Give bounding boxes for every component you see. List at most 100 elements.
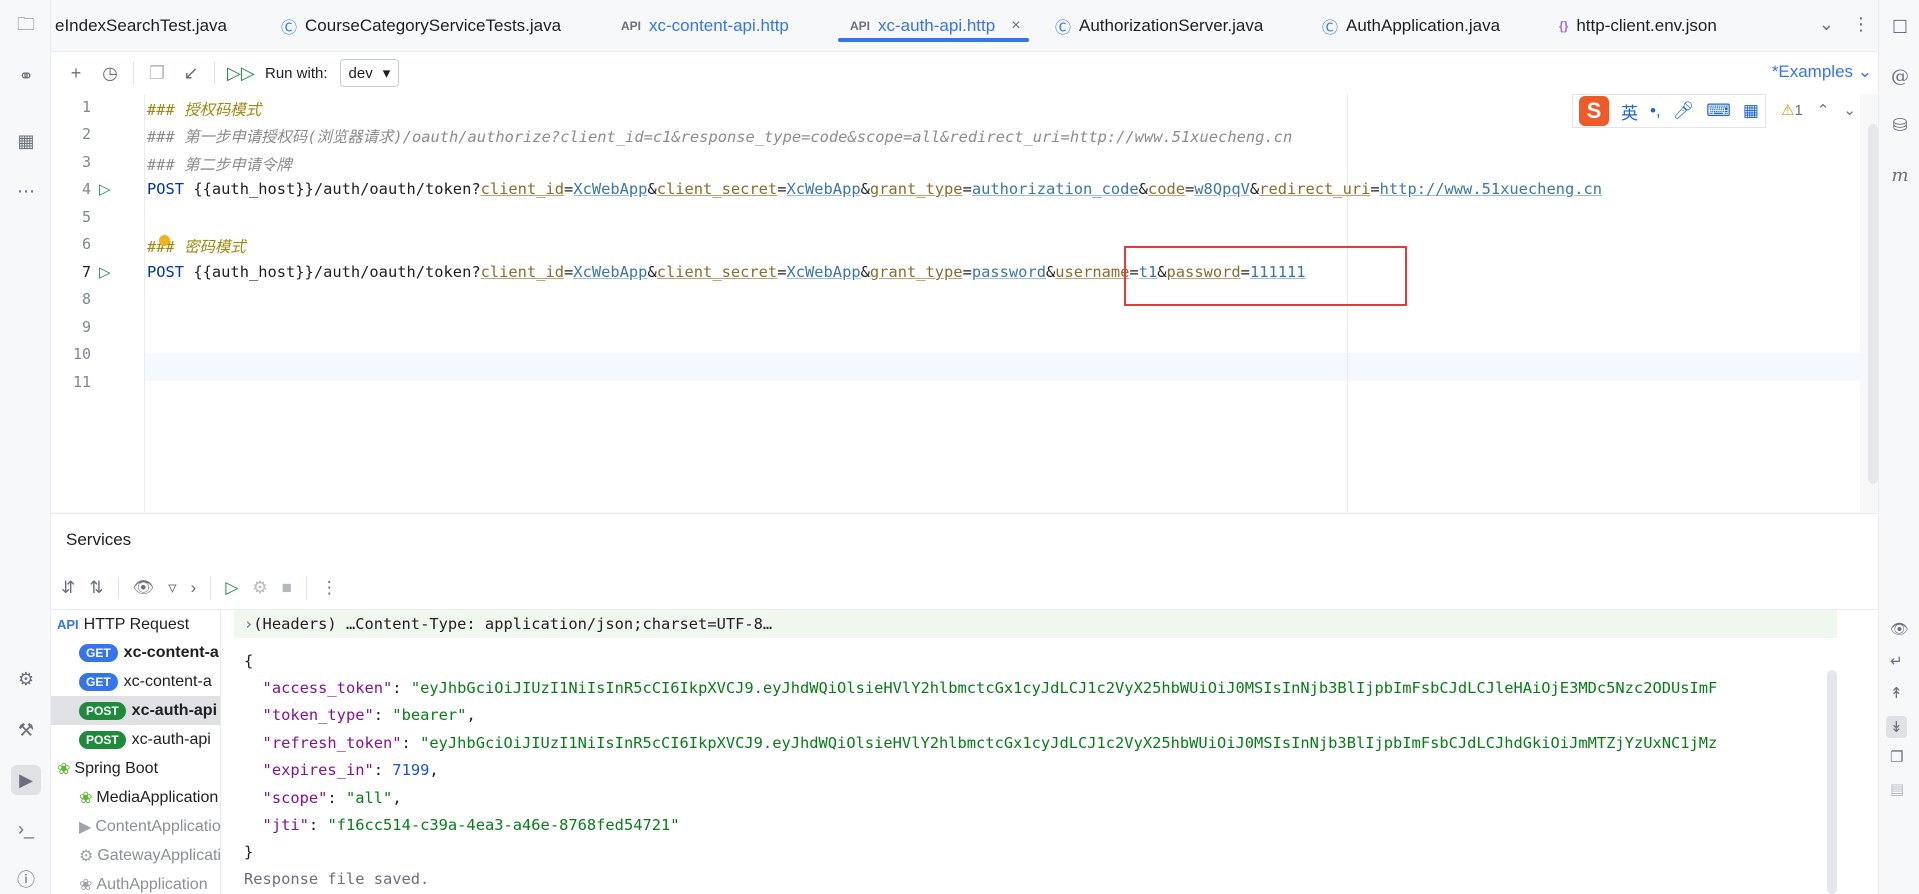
ai-assistant-icon[interactable]: @ xyxy=(1887,63,1913,89)
eye-icon[interactable]: 👁︎ xyxy=(133,578,155,598)
copy-icon[interactable]: ❐ xyxy=(146,63,168,84)
tree-group-http-request[interactable]: API HTTP Request xyxy=(51,610,220,639)
left-tool-strip: 🗀 ⚭ ▦ ⋯ ⚙ ⚒ ▶ ›_ ⓘ xyxy=(0,0,51,894)
response-headers-row[interactable]: ›(Headers) …Content-Type: application/js… xyxy=(234,610,1837,638)
tab-label: AuthorizationServer.java xyxy=(1079,16,1264,35)
tab-http-client-env[interactable]: {} http-client.env.json xyxy=(1559,0,1717,51)
sogou-logo-icon: S xyxy=(1579,96,1609,126)
param-value: w8QpqV xyxy=(1194,180,1250,198)
build-icon[interactable]: ⚒ xyxy=(13,717,39,743)
tree-item-app[interactable]: ▶ ContentApplication xyxy=(51,812,220,841)
line-number: 9 xyxy=(81,318,91,336)
scroll-to-top-icon[interactable]: ↟ xyxy=(1890,684,1903,702)
line-number: 7 xyxy=(81,263,91,281)
environment-select[interactable]: dev ▾ xyxy=(339,59,400,87)
tab-label: AuthApplication.java xyxy=(1346,16,1501,35)
inspection-widget[interactable]: ⚠1 ⌃ ⌄ xyxy=(1781,101,1856,119)
services-icon[interactable]: ▶ xyxy=(11,765,41,795)
keyboard-icon[interactable]: ⌨ xyxy=(1706,101,1731,121)
eye-icon[interactable]: 👁︎ xyxy=(1890,620,1909,638)
tree-item-app[interactable]: ❀ AuthApplication xyxy=(51,870,220,894)
tab-label: xc-content-api.http xyxy=(649,16,789,35)
project-folder-icon[interactable]: 🗀 xyxy=(13,14,39,40)
ime-mode[interactable]: 英 xyxy=(1621,99,1638,124)
expand-all-icon[interactable]: ⇵ xyxy=(61,578,75,598)
filter-icon[interactable]: ▿ xyxy=(168,578,177,598)
tree-item-request[interactable]: GET xc-content-a xyxy=(51,638,220,667)
examples-link[interactable]: *Examples ⌄ xyxy=(1772,62,1872,82)
commit-icon[interactable]: ⚭ xyxy=(13,63,39,89)
code-line-1: ### 授权码模式 xyxy=(147,101,262,119)
divider xyxy=(214,62,215,84)
response-output[interactable]: ›(Headers) …Content-Type: application/js… xyxy=(234,610,1837,894)
json-icon: {} xyxy=(1559,19,1569,33)
tree-item-app[interactable]: ❀ MediaApplication xyxy=(51,783,220,812)
tab-authorization-server[interactable]: Ⓒ AuthorizationServer.java xyxy=(1055,0,1264,51)
chevron-up-icon: ⌃ xyxy=(1816,102,1830,119)
copy-icon[interactable]: ❐ xyxy=(1890,748,1903,766)
add-request-icon[interactable]: + xyxy=(65,63,87,84)
output-scrollbar[interactable] xyxy=(1827,670,1837,894)
tab-label: xc-auth-api.http xyxy=(878,16,996,35)
run-request-icon[interactable]: ▷ xyxy=(99,180,111,198)
database-icon[interactable]: ⛁ xyxy=(1887,112,1913,138)
notifications-icon[interactable]: ☐ xyxy=(1887,14,1913,40)
spring-boot-icon: ❀ xyxy=(79,876,93,894)
debug-icon[interactable]: ⚙ xyxy=(13,666,39,692)
tab-xc-content-api[interactable]: API xc-content-api.http xyxy=(621,0,789,51)
divider xyxy=(305,576,307,599)
toolbox-icon[interactable]: ▦ xyxy=(1743,101,1759,121)
run-request-icon[interactable]: ▷ xyxy=(99,263,111,281)
chevron-down-icon[interactable]: ⌄ xyxy=(1819,14,1834,35)
open-in-editor-icon[interactable]: ▤ xyxy=(1890,780,1904,798)
editor-scrollbar[interactable] xyxy=(1868,124,1878,484)
json-field: "jti": "f16cc514-c39a-4ea3-a46e-8768fed5… xyxy=(262,816,680,834)
more-options-icon[interactable]: ⋮ xyxy=(321,578,338,598)
spring-class-icon: Ⓒ xyxy=(1322,20,1339,37)
code-editor[interactable]: 1 2 3 4 ▷ 5 6 7 ▷ 8 9 10 11 ### 授权码模式 ##… xyxy=(51,94,1878,512)
ime-punctuation[interactable]: •, xyxy=(1650,101,1661,121)
json-field: "refresh_token": "eyJhbGciOiJIUzI1NiIsIn… xyxy=(262,734,1718,752)
tree-item-request[interactable]: GET xc-content-a xyxy=(51,667,220,696)
json-field: "token_type": "bearer", xyxy=(262,706,476,724)
close-tab-icon[interactable]: × xyxy=(1011,17,1020,35)
run-all-icon[interactable]: ▷▷ xyxy=(227,63,255,84)
run-icon[interactable]: ▷ xyxy=(225,578,238,598)
more-tools-icon[interactable]: ⋯ xyxy=(13,178,39,204)
tree-group-spring-boot[interactable]: ❀ Spring Boot xyxy=(51,754,220,783)
stop-icon[interactable]: ■ xyxy=(282,578,292,598)
terminal-icon[interactable]: ›_ xyxy=(13,816,39,842)
method-badge: GET xyxy=(79,643,118,662)
maven-icon[interactable]: m xyxy=(1887,162,1913,188)
tree-item-app[interactable]: ⚙ GatewayApplication xyxy=(51,841,220,870)
chevron-right-icon[interactable]: › xyxy=(191,578,197,598)
history-icon[interactable]: ◷ xyxy=(99,63,121,84)
problems-icon[interactable]: ⓘ xyxy=(13,866,39,892)
collapse-all-icon[interactable]: ⇅ xyxy=(89,578,103,598)
tab-course-category-service-tests[interactable]: Ⓒ CourseCategoryServiceTests.java xyxy=(281,0,561,51)
more-options-icon[interactable]: ⋮ xyxy=(1852,14,1870,35)
request-path: {{auth_host}}/auth/oauth/token? xyxy=(193,263,481,281)
soft-wrap-icon[interactable]: ↵ xyxy=(1890,652,1903,670)
structure-icon[interactable]: ▦ xyxy=(13,128,39,154)
microphone-icon[interactable]: 🎤︎ xyxy=(1673,101,1695,121)
tree-item-request-selected[interactable]: POST xc-auth-api xyxy=(51,696,220,725)
intention-bulb-icon[interactable] xyxy=(159,235,170,246)
import-icon[interactable]: ↙ xyxy=(180,63,202,84)
debug-icon[interactable]: ⚙ xyxy=(252,578,267,598)
param-name: redirect_uri xyxy=(1259,180,1371,198)
line-number: 1 xyxy=(81,98,91,116)
param-name: client_id xyxy=(480,180,565,198)
param-name: grant_type xyxy=(869,263,963,281)
spring-boot-icon: ❀ xyxy=(57,760,71,778)
environment-value: dev xyxy=(348,64,373,82)
http-editor-toolbar: + ◷ ❐ ↙ ▷▷ Run with: dev ▾ *Examples ⌄ xyxy=(51,52,1878,94)
tab-xc-auth-api[interactable]: API xc-auth-api.http × xyxy=(838,0,1029,51)
param-name: client_secret xyxy=(656,263,778,281)
line-number: 2 xyxy=(81,125,91,143)
tree-item-request[interactable]: POST xc-auth-api xyxy=(51,725,220,754)
json-brace: } xyxy=(244,843,254,861)
scroll-to-end-icon[interactable]: ↡ xyxy=(1886,716,1907,738)
tab-index-search-test[interactable]: eIndexSearchTest.java xyxy=(55,0,227,51)
tab-auth-application[interactable]: Ⓒ AuthApplication.java xyxy=(1322,0,1501,51)
